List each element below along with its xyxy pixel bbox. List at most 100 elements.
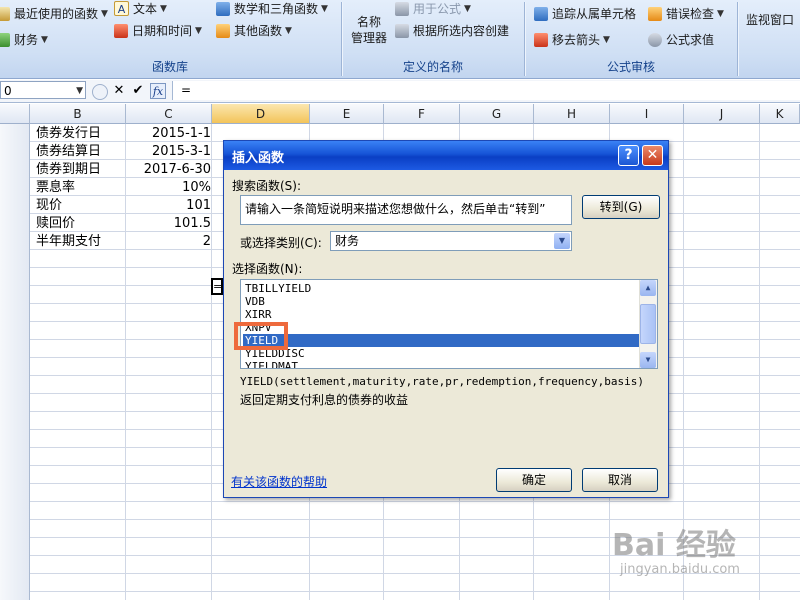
group-label-formula-auditing: 公式审核 [606, 60, 655, 74]
chevron-down-icon: ▼ [41, 34, 48, 45]
create-names-icon [395, 23, 409, 38]
close-icon[interactable]: ✕ [642, 145, 663, 166]
calendar-icon [114, 23, 128, 38]
function-list-item-selected[interactable]: YIELD [243, 334, 641, 347]
watch-window-button[interactable]: 监视窗口 [740, 12, 800, 28]
cancel-button[interactable]: 取消 [582, 468, 658, 492]
error-check-icon [648, 6, 662, 21]
enter-check-icon[interactable]: ✔ [130, 83, 146, 99]
dialog-title: 插入函数 [232, 151, 285, 166]
chevron-down-icon[interactable]: ▼ [554, 233, 570, 249]
financial-button[interactable]: 财务 ▼ [0, 31, 48, 48]
text-functions-button[interactable]: A 文本 ▼ [114, 0, 167, 17]
ribbon-separator [524, 2, 525, 76]
function-list-item[interactable]: TBILLYIELD [243, 282, 641, 295]
evaluate-formula-button[interactable]: 公式求值 [648, 31, 714, 48]
category-select[interactable]: 财务 ▼ [330, 231, 572, 251]
insert-function-dialog: 插入函数 ? ✕ 搜索函数(S): 请输入一条简短说明来描述您想做什么，然后单击… [223, 140, 669, 498]
cell-value[interactable]: 2015-1-1 [127, 125, 211, 143]
name-manager-line2: 管理器 [350, 31, 387, 45]
cancel-entry-icon[interactable]: ✕ [111, 83, 127, 99]
cell-label[interactable]: 赎回价 [36, 215, 128, 233]
trace-arrow-icon [534, 6, 548, 21]
evaluate-formula-label: 公式求值 [666, 33, 715, 47]
math-trig-button[interactable]: 数学和三角函数 ▼ [216, 0, 328, 17]
chevron-down-icon: ▼ [160, 3, 167, 14]
column-header-f[interactable]: F [384, 104, 460, 124]
function-list-item[interactable]: YIELDDISC [243, 347, 641, 360]
active-cell[interactable]: = [211, 278, 223, 295]
group-label-function-library: 函数库 [151, 60, 188, 74]
ok-button[interactable]: 确定 [496, 468, 572, 492]
recent-functions-button[interactable]: 最近使用的函数 ▼ [0, 5, 108, 22]
select-function-label: 选择函数(N): [232, 262, 303, 276]
column-divider [211, 124, 212, 600]
cell-label[interactable]: 现价 [36, 197, 128, 215]
column-header-c[interactable]: C [126, 104, 212, 124]
create-from-selection-label: 根据所选内容创建 [413, 24, 510, 38]
dialog-title-bar[interactable]: 插入函数 ? ✕ [224, 141, 668, 170]
scroll-up-icon[interactable]: ▲ [640, 280, 656, 296]
column-header-d[interactable]: D [212, 104, 310, 124]
name-manager-button[interactable]: 名称 管理器 [347, 14, 391, 46]
column-header-k[interactable]: K [760, 104, 800, 124]
column-header-e[interactable]: E [310, 104, 384, 124]
function-help-link[interactable]: 有关该函数的帮助 [231, 473, 327, 490]
date-time-button[interactable]: 日期和时间 ▼ [114, 22, 202, 39]
text-a-icon: A [114, 1, 129, 16]
column-header-h[interactable]: H [534, 104, 610, 124]
row-header-strip[interactable] [0, 124, 30, 600]
error-checking-button[interactable]: 错误检查 ▼ [648, 5, 724, 22]
cell-label[interactable]: 票息率 [36, 179, 128, 197]
chevron-down-icon: ▼ [285, 25, 292, 36]
cell-value[interactable]: 101 [127, 197, 211, 215]
column-header-g[interactable]: G [460, 104, 534, 124]
cell-value[interactable]: 10% [127, 179, 211, 197]
use-in-formula-button[interactable]: 用于公式 ▼ [395, 0, 471, 17]
cell-label[interactable]: 债券发行日 [36, 125, 128, 143]
function-list[interactable]: TBILLYIELD VDB XIRR XNPV YIELD YIELDDISC… [240, 279, 658, 369]
cell-value[interactable]: 2015-3-1 [127, 143, 211, 161]
ribbon-group-defined-names: 名称 管理器 用于公式 ▼ 根据所选内容创建 定义的名称 [343, 0, 523, 78]
date-time-label: 日期和时间 [132, 24, 193, 38]
scrollbar-thumb[interactable] [640, 304, 656, 344]
cell-label[interactable]: 债券结算日 [36, 143, 128, 161]
goto-button[interactable]: 转到(G) [582, 195, 660, 219]
insert-function-fx-icon[interactable]: fx [150, 83, 166, 99]
formula-input[interactable]: = [172, 81, 800, 100]
formula-icon [395, 1, 409, 16]
chevron-down-icon: ▼ [321, 3, 328, 14]
column-header-b[interactable]: B [30, 104, 126, 124]
trace-dependents-button[interactable]: 追踪从属单元格 [534, 5, 636, 22]
function-list-item[interactable]: VDB [243, 295, 641, 308]
function-list-item[interactable]: XIRR [243, 308, 641, 321]
remove-arrows-button[interactable]: 移去箭头 ▼ [534, 31, 610, 48]
financial-label: 财务 [14, 33, 39, 47]
scroll-down-icon[interactable]: ▼ [640, 352, 656, 368]
column-header-i[interactable]: I [610, 104, 684, 124]
select-all-corner[interactable] [0, 104, 30, 124]
cell-label[interactable]: 半年期支付 [36, 233, 128, 251]
other-functions-button[interactable]: 其他函数 ▼ [216, 22, 292, 39]
cell-value[interactable]: 101.5 [127, 215, 211, 233]
search-function-input[interactable]: 请输入一条简短说明来描述您想做什么，然后单击“转到” [240, 195, 572, 225]
error-checking-label: 错误检查 [666, 7, 715, 21]
category-value: 财务 [335, 234, 360, 248]
cell-label[interactable]: 债券到期日 [36, 161, 128, 179]
watermark-url: jingyan.baidu.com [620, 562, 740, 577]
cell-value[interactable]: 2017-6-30 [127, 161, 211, 179]
name-box[interactable]: 0 ▼ [0, 81, 86, 99]
create-from-selection-button[interactable]: 根据所选内容创建 [395, 22, 509, 39]
chevron-down-icon: ▼ [603, 34, 610, 45]
chevron-down-icon: ▼ [195, 25, 202, 36]
help-question-icon[interactable]: ? [618, 145, 639, 166]
group-label-defined-names: 定义的名称 [402, 60, 463, 74]
function-list-item[interactable]: YIELDMAT [243, 360, 641, 368]
recent-functions-label: 最近使用的函数 [14, 7, 99, 21]
use-in-formula-label: 用于公式 [413, 2, 462, 16]
cell-value[interactable]: 2 [127, 233, 211, 251]
column-header-j[interactable]: J [684, 104, 760, 124]
math-theta-icon [216, 1, 230, 16]
function-list-scrollbar[interactable]: ▲ ▼ [639, 280, 657, 368]
function-list-item[interactable]: XNPV [243, 321, 641, 334]
